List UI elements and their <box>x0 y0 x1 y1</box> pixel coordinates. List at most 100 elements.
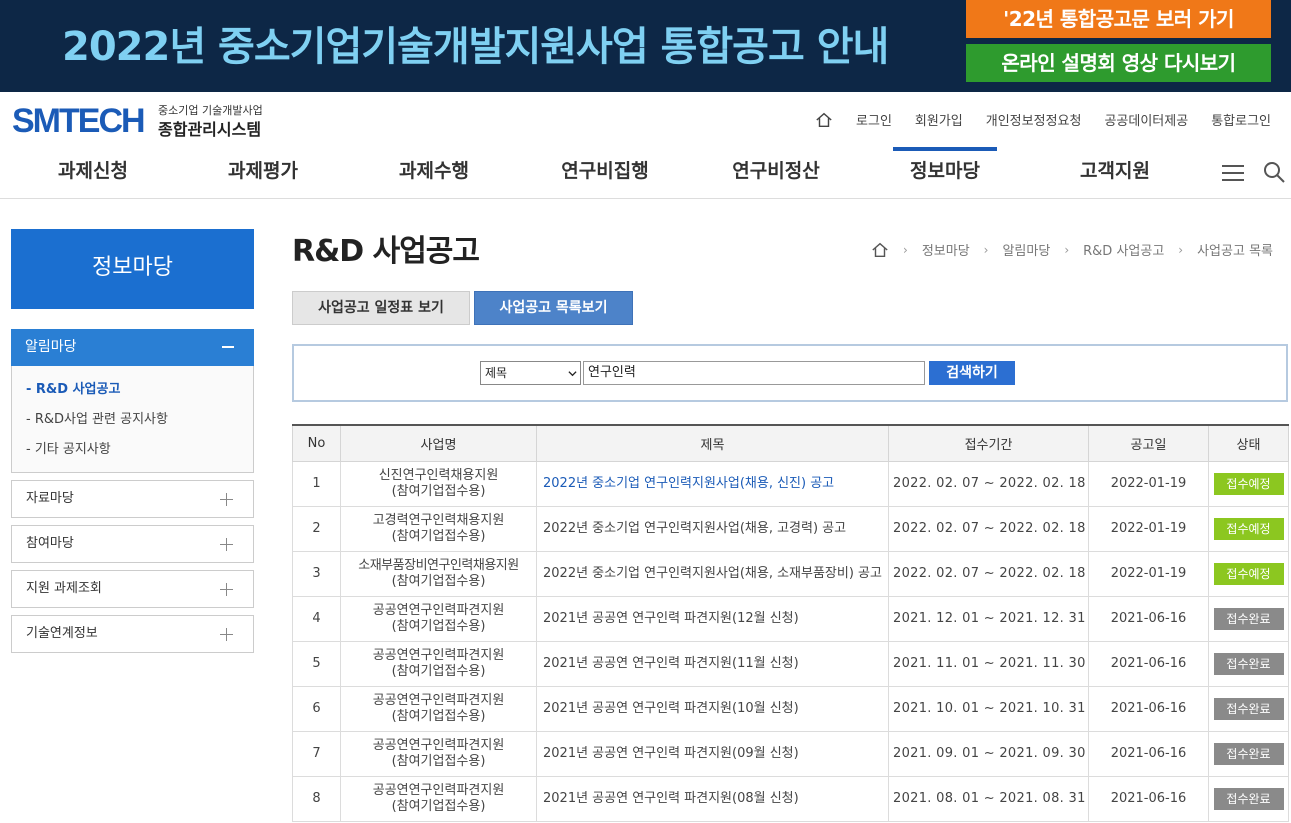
business-type: (참여기업접수용) <box>391 573 486 589</box>
column-header-business: 사업명 <box>340 424 537 462</box>
chevron-right-icon: › <box>1178 242 1184 257</box>
search-input[interactable]: 연구인력 <box>583 361 925 385</box>
sidebar-group-notice[interactable]: 알림마당 <box>11 329 254 366</box>
table-row[interactable]: 1 신진연구인력채용지원 (참여기업접수용) 2022년 중소기업 연구인력지원사… <box>292 460 1289 507</box>
row-date: 2022-01-19 <box>1088 460 1209 507</box>
top-banner: 2022년 중소기업기술개발지원사업 통합공고 안내 '22년 통합공고문 보러… <box>0 0 1291 92</box>
banner-title: 2022년 중소기업기술개발지원사업 통합공고 안내 <box>62 24 889 70</box>
notice-document-button[interactable]: '22년 통합공고문 보러 가기 <box>966 0 1271 38</box>
nav-budget-settlement[interactable]: 연구비정산 <box>711 147 841 197</box>
column-header-status: 상태 <box>1208 424 1289 462</box>
search-icon[interactable] <box>1263 161 1285 183</box>
business-name: 공공연연구인력파견지원 <box>372 692 505 708</box>
row-date: 2022-01-19 <box>1088 550 1209 597</box>
status-badge: 접수완료 <box>1213 697 1284 720</box>
table-row[interactable]: 8 공공연연구인력파견지원 (참여기업접수용) 2021년 공공연 연구인력 파견… <box>292 775 1289 822</box>
sidebar-item-rd-announcements[interactable]: - R&D사업 관련 공지사항 <box>26 408 168 427</box>
breadcrumb-item[interactable]: 알림마당 <box>1002 240 1050 259</box>
table-row[interactable]: 3 소재부품장비연구인력채용지원 (참여기업접수용) 2022년 중소기업 연구인… <box>292 550 1289 597</box>
row-title-link[interactable]: 2022년 중소기업 연구인력지원사업(채용, 신진) 공고 <box>536 460 889 507</box>
row-title-link[interactable]: 2021년 공공연 연구인력 파견지원(10월 신청) <box>536 685 889 732</box>
sidebar-title: 정보마당 <box>11 229 254 309</box>
login-link[interactable]: 로그인 <box>856 110 892 129</box>
breadcrumb-item[interactable]: R&D 사업공고 <box>1083 240 1164 259</box>
row-title-link[interactable]: 2022년 중소기업 연구인력지원사업(채용, 고경력) 공고 <box>536 505 889 552</box>
table-row[interactable]: 7 공공연연구인력파견지원 (참여기업접수용) 2021년 공공연 연구인력 파견… <box>292 730 1289 777</box>
status-badge: 접수완료 <box>1213 607 1284 630</box>
status-badge: 접수완료 <box>1213 742 1284 765</box>
table-row[interactable]: 4 공공연연구인력파견지원 (참여기업접수용) 2021년 공공연 연구인력 파견… <box>292 595 1289 642</box>
row-status: 접수완료 <box>1208 685 1289 732</box>
business-type: (참여기업접수용) <box>391 798 486 814</box>
notice-table: No 사업명 제목 접수기간 공고일 상태 1 신진연구인력채용지원 (참여기업접… <box>292 424 1289 822</box>
breadcrumb-item[interactable]: 정보마당 <box>922 240 970 259</box>
row-title-link[interactable]: 2021년 공공연 연구인력 파견지원(12월 신청) <box>536 595 889 642</box>
nav-task-evaluation[interactable]: 과제평가 <box>208 147 318 197</box>
sidebar-group-resources[interactable]: 자료마당 <box>11 480 254 518</box>
tab-schedule-view[interactable]: 사업공고 일정표 보기 <box>292 291 470 325</box>
row-business: 신진연구인력채용지원 (참여기업접수용) <box>340 460 537 507</box>
search-button[interactable]: 검색하기 <box>929 361 1015 385</box>
table-row[interactable]: 2 고경력연구인력채용지원 (참여기업접수용) 2022년 중소기업 연구인력지원… <box>292 505 1289 552</box>
chevron-down-icon <box>568 371 577 377</box>
nav-info[interactable]: 정보마당 <box>893 147 997 197</box>
table-row[interactable]: 5 공공연연구인력파견지원 (참여기업접수용) 2021년 공공연 연구인력 파견… <box>292 640 1289 687</box>
row-title-link[interactable]: 2021년 공공연 연구인력 파견지원(09월 신청) <box>536 730 889 777</box>
privacy-request-link[interactable]: 개인정보정정요청 <box>986 110 1082 129</box>
business-type: (참여기업접수용) <box>391 483 486 499</box>
row-status: 접수완료 <box>1208 775 1289 822</box>
expand-icon <box>220 538 233 551</box>
sidebar-group-label: 참여마당 <box>26 536 74 551</box>
sso-login-link[interactable]: 통합로그인 <box>1211 110 1271 129</box>
row-title-link[interactable]: 2021년 공공연 연구인력 파견지원(11월 신청) <box>536 640 889 687</box>
chevron-right-icon: › <box>903 242 908 257</box>
sidebar-submenu: - R&D 사업공고 - R&D사업 관련 공지사항 - 기타 공지사항 <box>11 366 254 473</box>
business-name: 소재부품장비연구인력채용지원 <box>358 557 519 573</box>
row-business: 공공연연구인력파견지원 (참여기업접수용) <box>340 595 537 642</box>
row-title-link[interactable]: 2022년 중소기업 연구인력지원사업(채용, 소재부품장비) 공고 <box>536 550 889 597</box>
sidebar-group-tech-link[interactable]: 기술연계정보 <box>11 615 254 653</box>
sidebar-item-other-announcements[interactable]: - 기타 공지사항 <box>26 438 111 457</box>
home-icon[interactable] <box>815 111 833 129</box>
business-name: 공공연연구인력파견지원 <box>372 602 505 618</box>
row-period: 2021. 10. 01 ~ 2021. 10. 31 <box>888 685 1089 732</box>
row-title-link[interactable]: 2021년 공공연 연구인력 파견지원(08월 신청) <box>536 775 889 822</box>
nav-task-apply[interactable]: 과제신청 <box>38 147 148 197</box>
row-period: 2021. 11. 01 ~ 2021. 11. 30 <box>888 640 1089 687</box>
tab-list-view[interactable]: 사업공고 목록보기 <box>474 291 633 325</box>
public-data-link[interactable]: 공공데이터제공 <box>1104 110 1188 129</box>
sidebar-group-participation[interactable]: 참여마당 <box>11 525 254 563</box>
sidebar-group-task-lookup[interactable]: 지원 과제조회 <box>11 570 254 608</box>
hamburger-menu-icon[interactable] <box>1222 164 1244 182</box>
row-number: 8 <box>292 775 341 822</box>
column-header-title: 제목 <box>536 424 889 462</box>
business-type: (참여기업접수용) <box>391 663 486 679</box>
status-badge: 접수완료 <box>1213 652 1284 675</box>
column-header-date: 공고일 <box>1088 424 1209 462</box>
row-date: 2021-06-16 <box>1088 730 1209 777</box>
search-field-select[interactable]: 제목 <box>480 361 581 385</box>
business-name: 고경력연구인력채용지원 <box>372 512 505 528</box>
row-status: 접수완료 <box>1208 730 1289 777</box>
status-badge: 접수예정 <box>1213 472 1284 495</box>
business-name: 공공연연구인력파견지원 <box>372 737 505 753</box>
table-row[interactable]: 6 공공연연구인력파견지원 (참여기업접수용) 2021년 공공연 연구인력 파견… <box>292 685 1289 732</box>
nav-task-execution[interactable]: 과제수행 <box>379 147 489 197</box>
breadcrumb-current: 사업공고 목록 <box>1197 244 1273 259</box>
logo-system-name: 종합관리시스템 <box>158 120 262 139</box>
nav-support[interactable]: 고객지원 <box>1060 147 1170 197</box>
page-title: R&D 사업공고 <box>292 234 480 269</box>
business-type: (참여기업접수용) <box>391 753 486 769</box>
nav-budget-execution[interactable]: 연구비집행 <box>540 147 670 197</box>
briefing-video-button[interactable]: 온라인 설명회 영상 다시보기 <box>966 44 1271 82</box>
row-business: 고경력연구인력채용지원 (참여기업접수용) <box>340 505 537 552</box>
sidebar-item-rd-notice[interactable]: - R&D 사업공고 <box>26 378 120 397</box>
row-number: 1 <box>292 460 341 507</box>
row-status: 접수예정 <box>1208 550 1289 597</box>
column-header-period: 접수기간 <box>888 424 1089 462</box>
join-link[interactable]: 회원가입 <box>915 110 963 129</box>
home-icon[interactable] <box>871 241 889 259</box>
utility-nav: 로그인 회원가입 개인정보정정요청 공공데이터제공 통합로그인 <box>815 110 1271 129</box>
business-name: 신진연구인력채용지원 <box>378 467 499 483</box>
row-business: 공공연연구인력파견지원 (참여기업접수용) <box>340 730 537 777</box>
